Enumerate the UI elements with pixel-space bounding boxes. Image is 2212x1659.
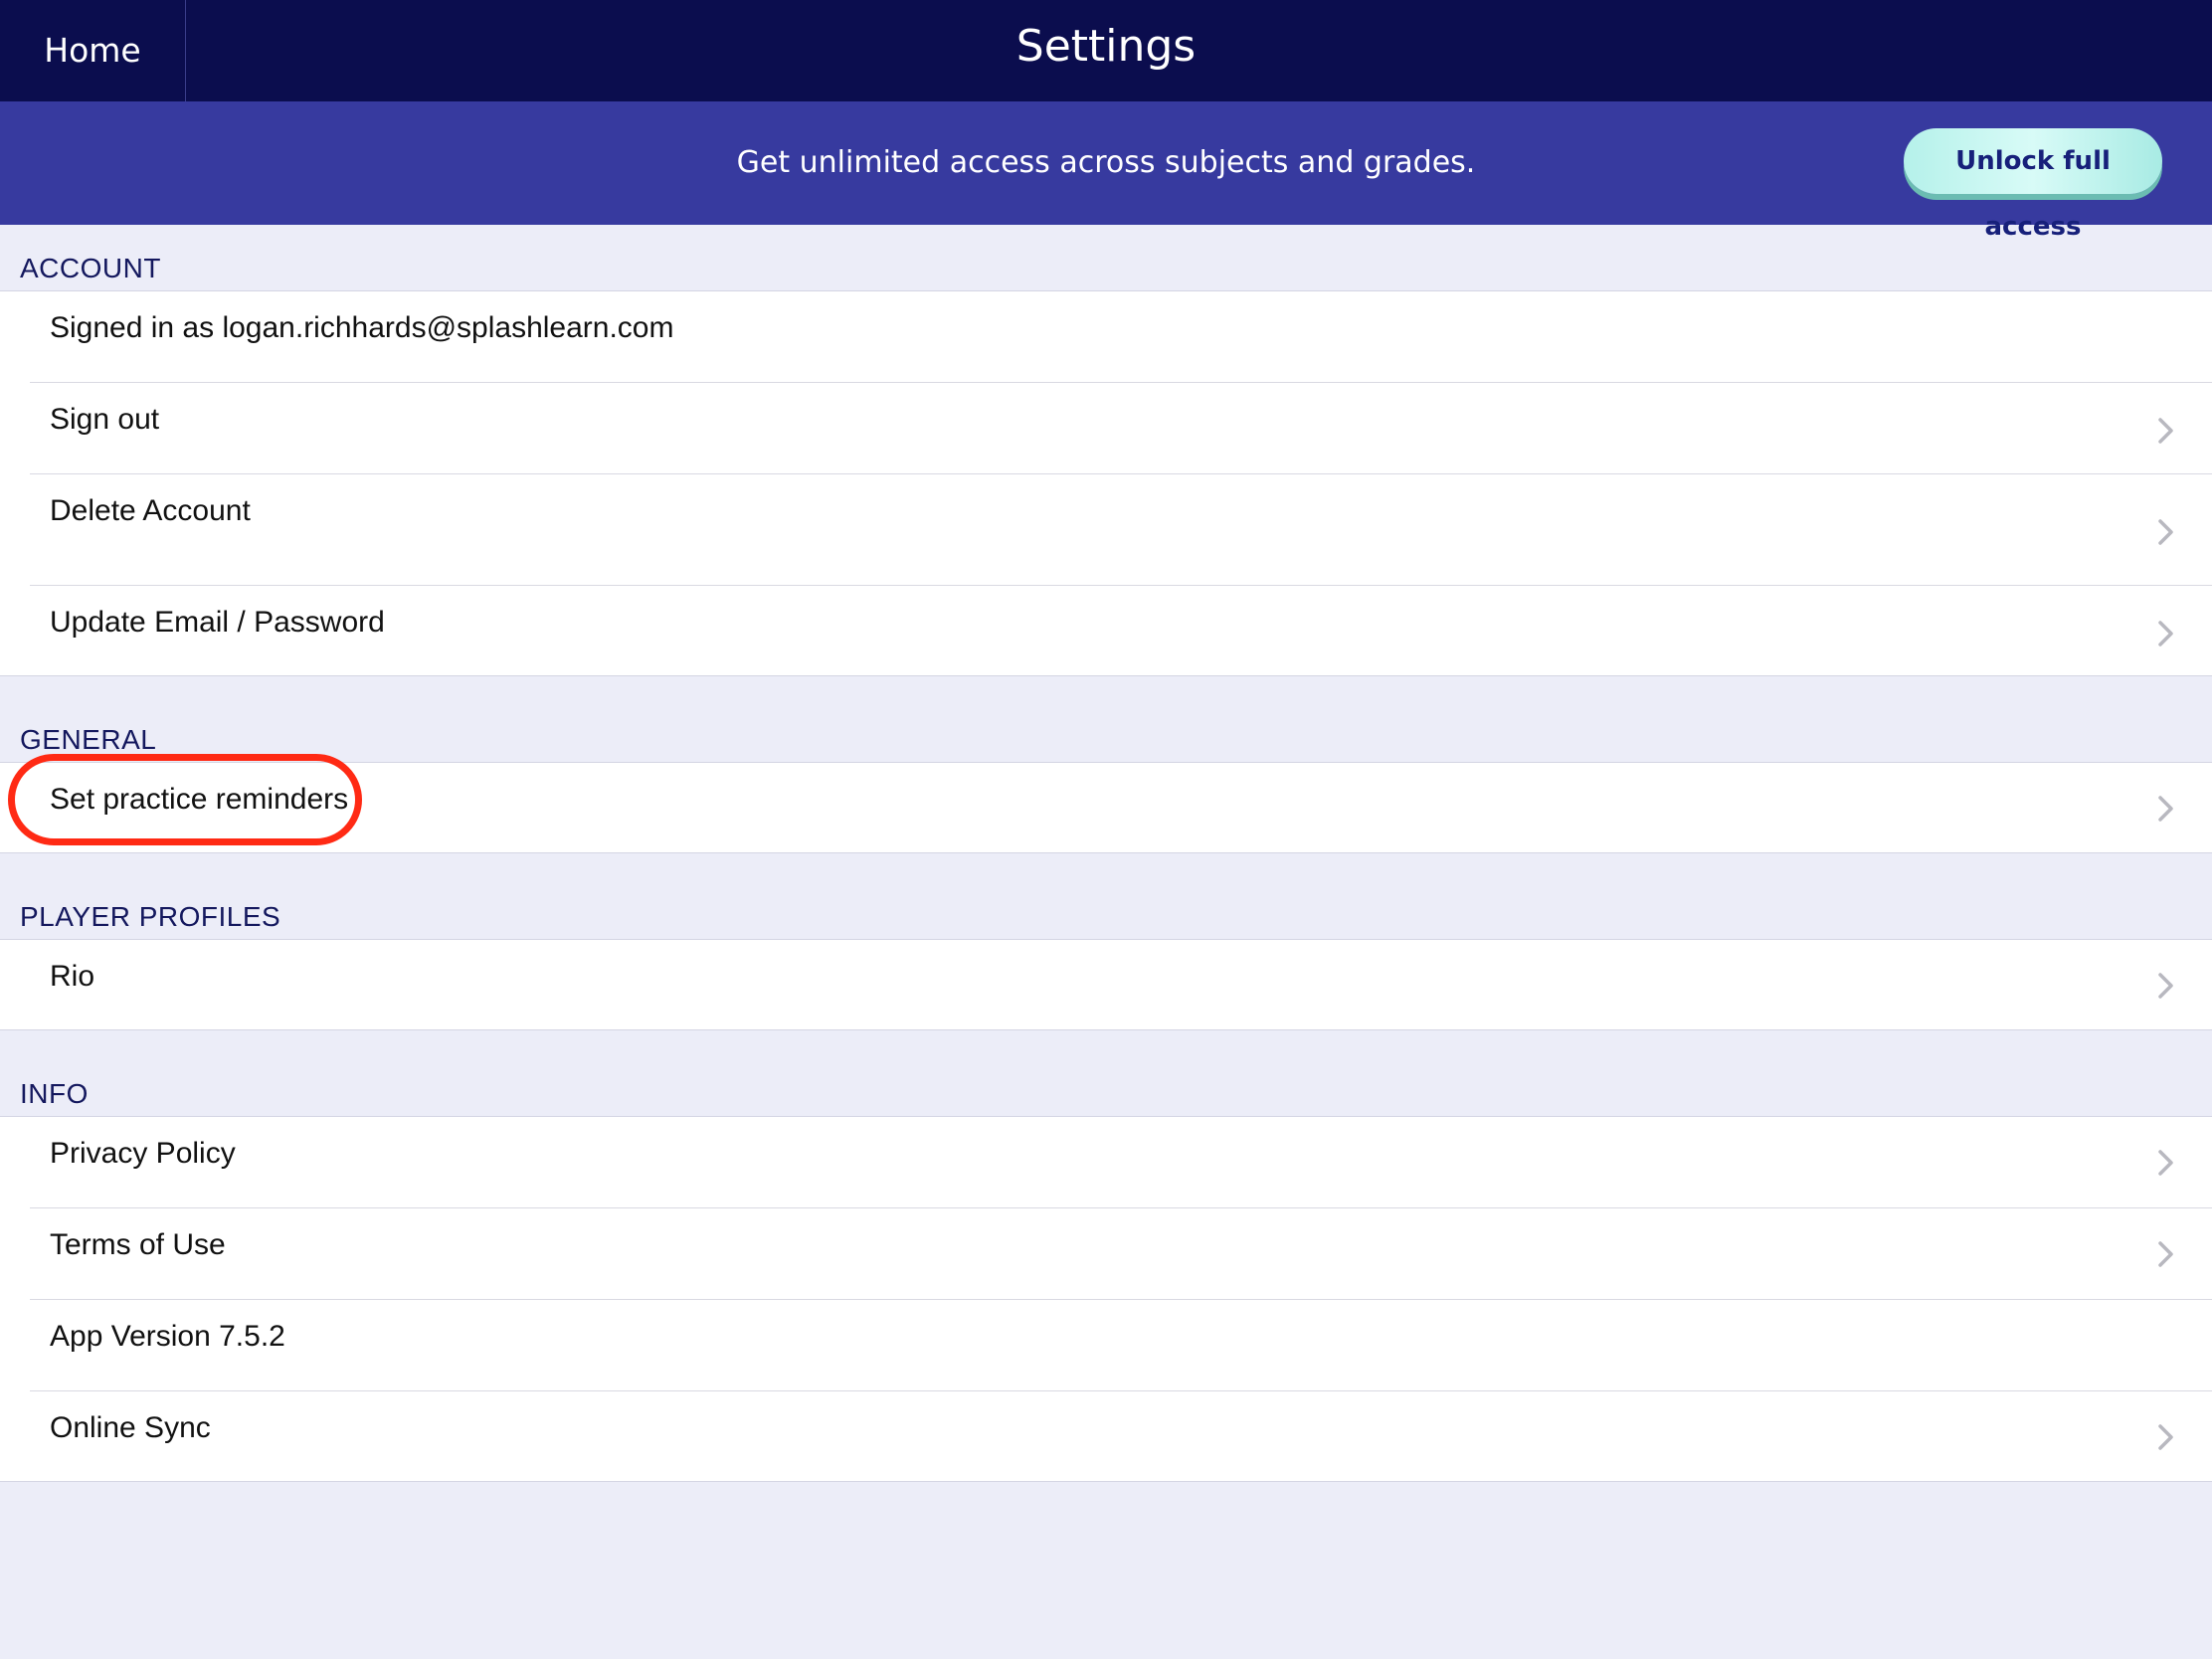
- delete-account-row[interactable]: Delete Account: [0, 474, 2212, 586]
- chevron-right-icon: [2158, 1150, 2173, 1176]
- signed-in-row: Signed in as logan.richhards@splashlearn…: [0, 291, 2212, 383]
- section-header-account: ACCOUNT: [20, 253, 161, 283]
- privacy-policy-label: Privacy Policy: [50, 1137, 236, 1170]
- sign-out-row[interactable]: Sign out: [0, 383, 2212, 474]
- set-practice-reminders-row[interactable]: Set practice reminders: [0, 763, 2212, 852]
- chevron-right-icon: [2158, 621, 2173, 646]
- top-nav-bar: Home Settings: [0, 0, 2212, 101]
- terms-of-use-label: Terms of Use: [50, 1228, 226, 1261]
- account-group: Signed in as logan.richhards@splashlearn…: [0, 290, 2212, 676]
- promo-text: Get unlimited access across subjects and…: [736, 145, 1476, 180]
- chevron-right-icon: [2158, 796, 2173, 822]
- app-version-row: App Version 7.5.2: [0, 1300, 2212, 1390]
- set-practice-reminders-label: Set practice reminders: [50, 783, 349, 816]
- terms-of-use-row[interactable]: Terms of Use: [0, 1208, 2212, 1299]
- privacy-policy-row[interactable]: Privacy Policy: [0, 1117, 2212, 1207]
- sign-out-label: Sign out: [50, 403, 160, 436]
- app-version-label: App Version 7.5.2: [50, 1320, 285, 1353]
- update-email-password-label: Update Email / Password: [50, 606, 385, 639]
- update-email-password-row[interactable]: Update Email / Password: [0, 586, 2212, 675]
- page-title: Settings: [1015, 21, 1197, 72]
- section-header-info: INFO: [20, 1078, 89, 1109]
- section-header-general: GENERAL: [20, 724, 157, 755]
- player-profiles-group: Rio: [0, 939, 2212, 1030]
- chevron-right-icon: [2158, 519, 2173, 545]
- signed-in-label: Signed in as logan.richhards@splashlearn…: [50, 311, 674, 344]
- online-sync-label: Online Sync: [50, 1411, 211, 1444]
- chevron-right-icon: [2158, 418, 2173, 444]
- chevron-right-icon: [2158, 1424, 2173, 1450]
- home-button[interactable]: Home: [0, 0, 186, 101]
- player-profile-label: Rio: [50, 960, 95, 993]
- unlock-full-access-button[interactable]: Unlock full access: [1904, 128, 2162, 242]
- general-group: Set practice reminders: [0, 762, 2212, 853]
- delete-account-label: Delete Account: [50, 494, 251, 527]
- chevron-right-icon: [2158, 1241, 2173, 1267]
- chevron-right-icon: [2158, 973, 2173, 999]
- player-profile-row[interactable]: Rio: [0, 940, 2212, 1029]
- promo-banner: Get unlimited access across subjects and…: [0, 101, 2212, 242]
- info-group: Privacy Policy Terms of Use App Version …: [0, 1116, 2212, 1482]
- section-header-player-profiles: PLAYER PROFILES: [20, 901, 281, 932]
- online-sync-row[interactable]: Online Sync: [0, 1391, 2212, 1481]
